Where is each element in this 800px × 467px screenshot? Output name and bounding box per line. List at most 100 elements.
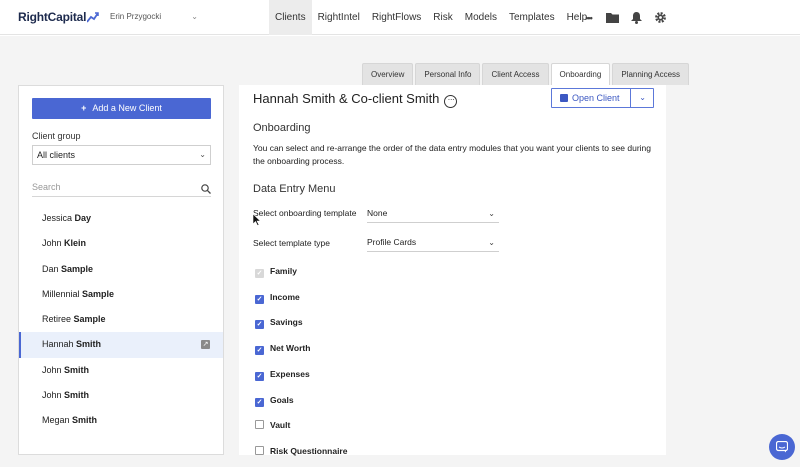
module-checkbox: ✓ bbox=[255, 269, 264, 278]
module-label: Vault bbox=[270, 420, 291, 431]
module-checkbox[interactable]: ✓ bbox=[255, 371, 264, 381]
client-last-name: Sample bbox=[82, 288, 115, 299]
module-checkbox[interactable] bbox=[255, 445, 264, 455]
client-list-item[interactable]: Jessica Day bbox=[19, 206, 223, 231]
client-last-name: Smith bbox=[64, 390, 90, 401]
onboarding-template-select[interactable]: None ⌄ bbox=[367, 204, 499, 223]
open-client-label: Open Client bbox=[572, 93, 620, 103]
chevron-down-icon: ⌄ bbox=[488, 209, 495, 218]
search-icon[interactable] bbox=[201, 181, 211, 201]
nav-item-risk[interactable]: Risk bbox=[427, 0, 458, 35]
module-expenses[interactable]: ✓ Expenses bbox=[255, 369, 310, 383]
chevron-down-icon: ⌄ bbox=[191, 12, 198, 21]
client-first-name: Retiree bbox=[42, 314, 72, 325]
module-vault[interactable]: Vault bbox=[255, 420, 290, 434]
open-client-dropdown-chevron-icon[interactable]: ⌄ bbox=[639, 89, 646, 107]
client-name-heading: Hannah Smith & Co-client Smith ··· bbox=[253, 91, 458, 108]
nav-icon-group: ••• bbox=[581, 10, 668, 25]
nav-item-models[interactable]: Models bbox=[459, 0, 503, 35]
module-checkbox[interactable]: ✓ bbox=[255, 320, 264, 330]
client-last-name: Smith bbox=[76, 339, 102, 350]
onboarding-template-label: Select onboarding template bbox=[253, 208, 357, 218]
client-list-item[interactable]: Millennial Sample bbox=[19, 282, 223, 307]
module-checkbox[interactable]: ✓ bbox=[255, 294, 264, 304]
client-list-item[interactable]: John Smith bbox=[19, 358, 223, 383]
client-name: Hannah Smith & Co-client Smith bbox=[253, 91, 440, 106]
open-client-button[interactable]: Open Client ⌄ bbox=[551, 88, 654, 108]
module-net-worth[interactable]: ✓ Net Worth bbox=[255, 343, 310, 357]
client-group-label: Client group bbox=[32, 131, 81, 141]
module-label: Goals bbox=[270, 394, 294, 405]
client-options-icon[interactable]: ··· bbox=[444, 95, 458, 108]
bell-icon[interactable] bbox=[629, 10, 644, 25]
tab-overview[interactable]: Overview bbox=[362, 63, 414, 85]
folder-icon[interactable] bbox=[605, 10, 620, 25]
module-label: Net Worth bbox=[270, 343, 311, 354]
module-family[interactable]: ✓ Family bbox=[255, 266, 297, 280]
nav-item-rightintel[interactable]: RightIntel bbox=[312, 0, 366, 35]
client-list-item[interactable]: John Smith bbox=[19, 383, 223, 408]
template-type-select[interactable]: Profile Cards ⌄ bbox=[367, 233, 499, 252]
nav-item-rightflows[interactable]: RightFlows bbox=[366, 0, 427, 35]
chat-support-button[interactable] bbox=[769, 434, 795, 460]
module-goals[interactable]: ✓ Goals bbox=[255, 395, 294, 409]
logo-text: RightCapital bbox=[18, 10, 87, 24]
add-client-button[interactable]: + Add a New Client bbox=[32, 98, 211, 119]
client-search-input[interactable]: Search bbox=[32, 177, 211, 197]
client-list-item[interactable]: Retiree Sample bbox=[19, 307, 223, 332]
chat-icon bbox=[776, 441, 788, 453]
open-client-arrow-icon[interactable]: ↗ bbox=[201, 340, 210, 350]
module-label: Risk Questionnaire bbox=[270, 445, 348, 456]
client-last-name: Sample bbox=[61, 263, 94, 274]
module-checkbox[interactable]: ✓ bbox=[255, 346, 264, 356]
search-placeholder: Search bbox=[32, 182, 61, 192]
data-entry-menu-title: Data Entry Menu bbox=[253, 183, 336, 195]
module-risk-questionnaire[interactable]: Risk Questionnaire bbox=[255, 445, 348, 460]
onboarding-description: You can select and re-arrange the order … bbox=[253, 143, 652, 166]
client-list-item[interactable]: Dan Sample bbox=[19, 257, 223, 282]
rightcapital-logo[interactable]: RightCapital bbox=[18, 10, 100, 24]
tab-onboarding[interactable]: Onboarding bbox=[550, 63, 611, 85]
module-savings[interactable]: ✓ Savings bbox=[255, 317, 303, 331]
plus-icon: + bbox=[81, 103, 87, 113]
tab-planning-access[interactable]: Planning Access bbox=[612, 63, 690, 85]
client-first-name: John bbox=[42, 238, 62, 249]
client-list: Jessica Day John Klein Dan Sample Millennia… bbox=[19, 206, 223, 434]
client-first-name: Jessica bbox=[42, 213, 73, 223]
client-last-name: Smith bbox=[64, 364, 90, 375]
chevron-down-icon: ⌄ bbox=[488, 238, 495, 247]
template-type-label: Select template type bbox=[253, 238, 331, 248]
template-type-value: Profile Cards bbox=[367, 237, 417, 247]
user-name: Erin Przygocki bbox=[110, 12, 162, 21]
onboarding-title: Onboarding bbox=[253, 122, 311, 134]
gear-icon[interactable] bbox=[653, 10, 668, 25]
nav-item-templates[interactable]: Templates bbox=[503, 0, 561, 35]
client-group-value: All clients bbox=[37, 150, 76, 160]
open-client-icon bbox=[560, 94, 568, 102]
logo-chart-icon bbox=[86, 12, 100, 23]
client-list-item[interactable]: John Klein bbox=[19, 231, 223, 256]
nav-item-clients[interactable]: Clients bbox=[269, 0, 312, 35]
main-nav: Clients RightIntel RightFlows Risk Models Tem… bbox=[269, 0, 593, 35]
tab-personal-info[interactable]: Personal Info bbox=[415, 63, 481, 85]
client-group-select[interactable]: All clients ⌄ bbox=[32, 145, 211, 165]
client-list-item[interactable]: Megan Smith bbox=[19, 408, 223, 433]
client-first-name: John bbox=[42, 390, 62, 401]
open-client-label-wrap: Open Client bbox=[560, 89, 620, 107]
client-last-name: Sample bbox=[73, 314, 106, 325]
module-income[interactable]: ✓ Income bbox=[255, 292, 300, 306]
module-checkbox[interactable] bbox=[255, 420, 264, 430]
onboarding-panel: Hannah Smith & Co-client Smith ··· Open C… bbox=[239, 85, 666, 456]
client-list-item[interactable]: Hannah Smith ↗ bbox=[19, 332, 223, 358]
module-checkbox[interactable]: ✓ bbox=[255, 397, 264, 407]
client-first-name: Hannah bbox=[42, 339, 74, 350]
user-menu[interactable]: Erin Przygocki ⌄ bbox=[110, 12, 198, 21]
more-icon[interactable]: ••• bbox=[581, 10, 596, 25]
top-navigation-bar: RightCapital Erin Przygocki ⌄ Clients Rig… bbox=[0, 0, 800, 35]
client-first-name: Megan bbox=[42, 415, 70, 426]
client-last-name: Day bbox=[74, 213, 92, 223]
module-label: Expenses bbox=[270, 368, 310, 379]
tab-client-access[interactable]: Client Access bbox=[482, 63, 549, 85]
client-first-name: Dan bbox=[42, 263, 59, 274]
client-sidebar: + Add a New Client Client group All clien… bbox=[18, 85, 224, 455]
